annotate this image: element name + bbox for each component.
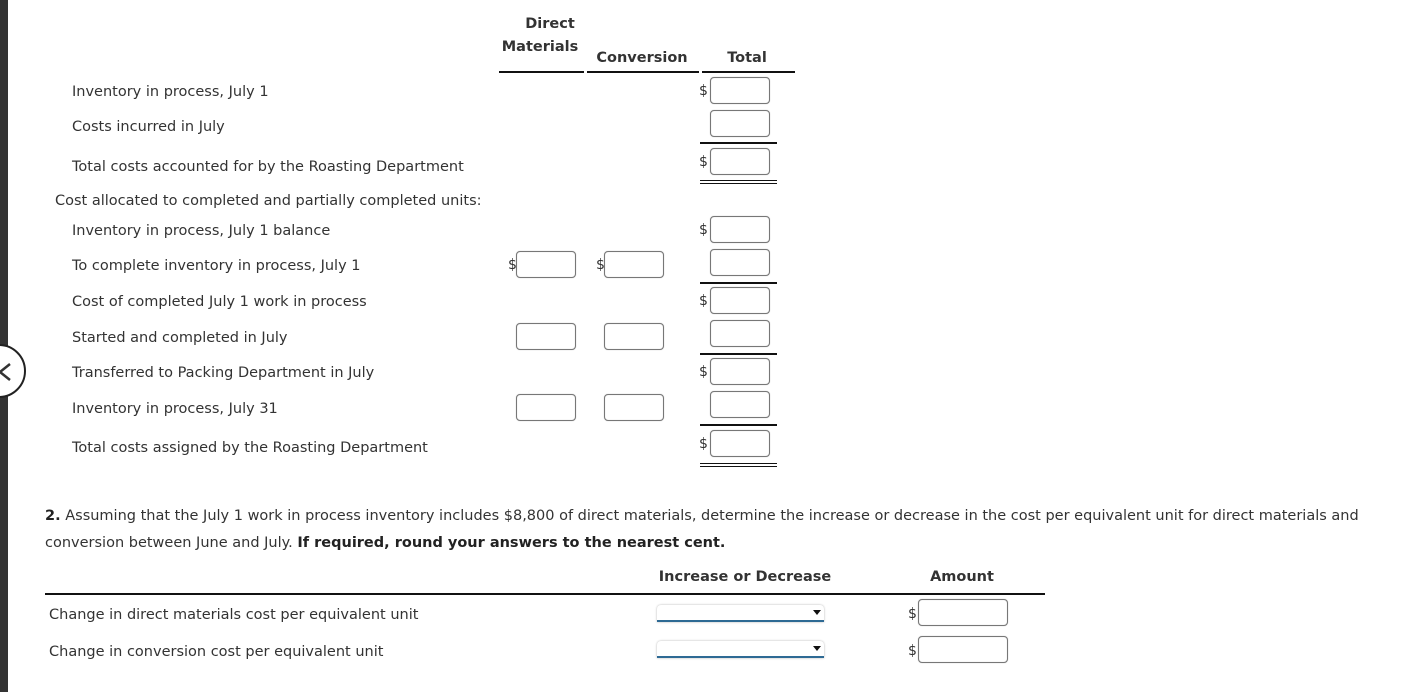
question-number: 2.: [45, 508, 61, 524]
row-label: Total costs assigned by the Roasting Dep…: [72, 440, 428, 456]
subtotal-rule: [700, 353, 777, 355]
header-rule-conversion: [587, 71, 699, 73]
subtotal-rule: [700, 282, 777, 284]
col-header-conversion: Conversion: [596, 50, 688, 66]
row-label: Started and completed in July: [72, 330, 288, 346]
dollar-sign: $: [699, 222, 708, 238]
costs-incurred-total-input[interactable]: [710, 110, 770, 137]
header-rule-dm: [499, 71, 584, 73]
row-label: Total costs accounted for by the Roastin…: [72, 159, 464, 175]
dollar-sign: $: [699, 83, 708, 99]
to-complete-dm-input[interactable]: [516, 251, 576, 278]
inventory-july31-dm-input[interactable]: [516, 394, 576, 421]
col-header-direct-line2: Materials: [501, 39, 579, 55]
row-label: Cost of completed July 1 work in process: [72, 294, 367, 310]
question-2-text: 2. Assuming that the July 1 work in proc…: [45, 503, 1425, 557]
row-label: Costs incurred in July: [72, 119, 225, 135]
dropdown-caret-icon: [813, 610, 821, 615]
col-header-direct-materials: Direct Materials: [500, 13, 600, 59]
dollar-sign: $: [908, 643, 917, 659]
to-complete-conversion-input[interactable]: [604, 251, 664, 278]
row-label: Inventory in process, July 31: [72, 401, 278, 417]
row-label: Change in conversion cost per equivalent…: [49, 644, 384, 660]
col-header-increase-decrease: Increase or Decrease: [658, 569, 832, 585]
dollar-sign: $: [699, 293, 708, 309]
inventory-july1-total-input[interactable]: [710, 77, 770, 104]
inventory-july1-balance-total-input[interactable]: [710, 216, 770, 243]
dm-change-amount-input[interactable]: [918, 599, 1008, 626]
row-label: Transferred to Packing Department in Jul…: [72, 365, 375, 381]
dollar-sign: $: [699, 154, 708, 170]
col-header-total: Total: [727, 50, 767, 66]
double-total-rule: [700, 463, 777, 467]
total-costs-accounted-input[interactable]: [710, 148, 770, 175]
question-instruction: If required, round your answers to the n…: [297, 535, 726, 551]
row-label: Change in direct materials cost per equi…: [49, 607, 419, 623]
back-button[interactable]: [0, 344, 26, 398]
row-label: To complete inventory in process, July 1: [72, 258, 361, 274]
dropdown-caret-icon: [813, 646, 821, 651]
col-header-direct-line1: Direct: [525, 16, 575, 32]
inventory-july31-total-input[interactable]: [710, 391, 770, 418]
row-label: Inventory in process, July 1: [72, 84, 269, 100]
double-total-rule: [700, 180, 777, 184]
started-completed-conversion-input[interactable]: [604, 323, 664, 350]
transferred-packing-total-input[interactable]: [710, 358, 770, 385]
row-label: Inventory in process, July 1 balance: [72, 223, 331, 239]
section-label: Cost allocated to completed and partiall…: [55, 193, 482, 209]
subtotal-rule: [700, 424, 777, 426]
dollar-sign: $: [699, 364, 708, 380]
dollar-sign: $: [699, 436, 708, 452]
conversion-change-amount-input[interactable]: [918, 636, 1008, 663]
cost-completed-july1-wip-input[interactable]: [710, 287, 770, 314]
dm-increase-decrease-select[interactable]: [657, 605, 824, 622]
col-header-amount: Amount: [930, 569, 994, 585]
started-completed-dm-input[interactable]: [516, 323, 576, 350]
inventory-july31-conversion-input[interactable]: [604, 394, 664, 421]
subtotal-rule: [700, 142, 777, 144]
dollar-sign: $: [908, 606, 917, 622]
chevron-left-icon: [0, 363, 11, 381]
started-completed-total-input[interactable]: [710, 320, 770, 347]
part2-header-rule: [45, 593, 1045, 595]
to-complete-total-input[interactable]: [710, 249, 770, 276]
header-rule-total: [702, 71, 795, 73]
total-costs-assigned-input[interactable]: [710, 430, 770, 457]
conversion-increase-decrease-select[interactable]: [657, 641, 824, 658]
